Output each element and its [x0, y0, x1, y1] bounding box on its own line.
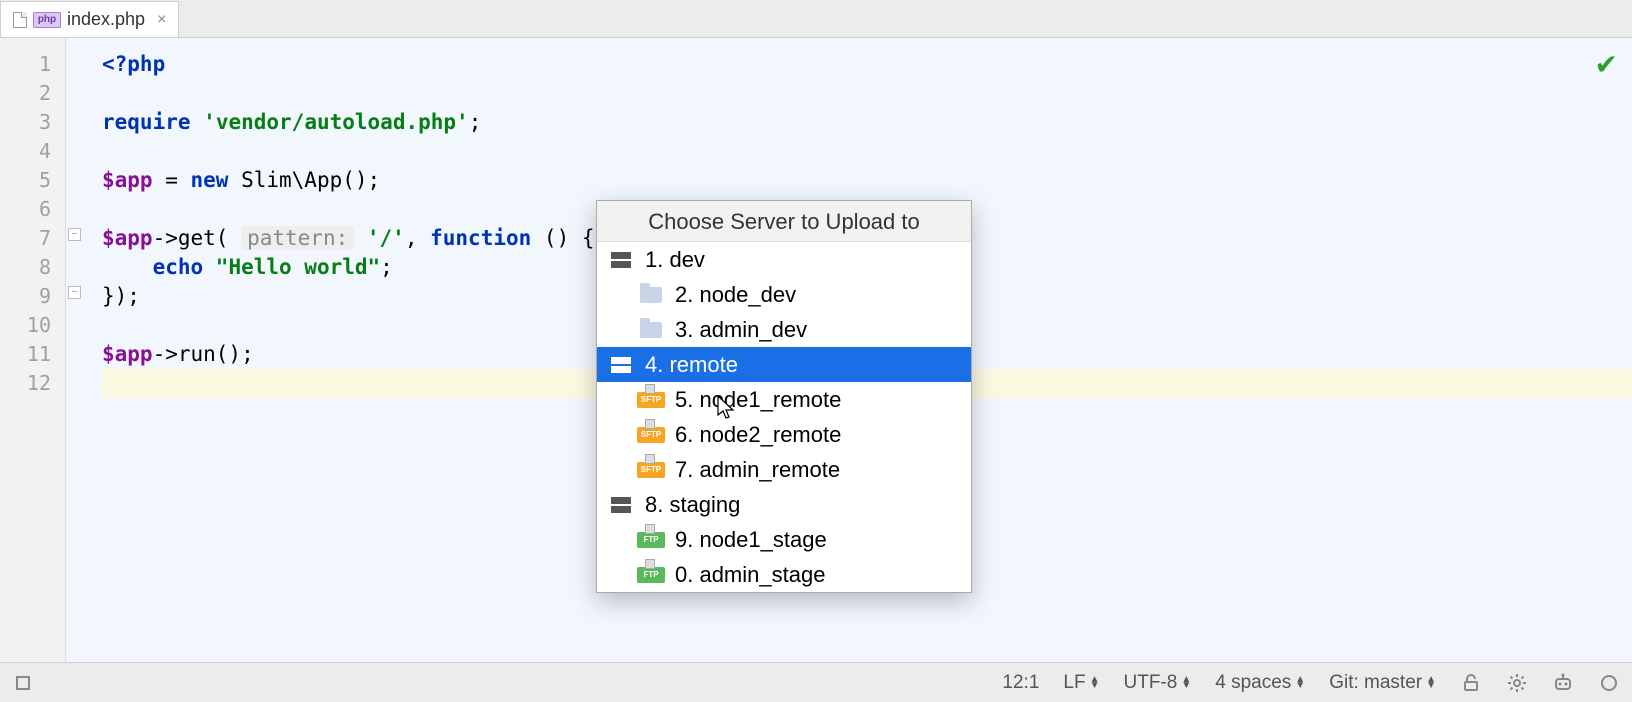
- inspection-ok-icon[interactable]: ✔: [1595, 48, 1618, 81]
- server-item-label: 6. node2_remote: [675, 422, 841, 448]
- code-token: ->run();: [153, 342, 254, 366]
- code-token: $app: [102, 342, 153, 366]
- line-number[interactable]: 2: [0, 79, 65, 108]
- status-bar: 12:1 LF▲▼ UTF-8▲▼ 4 spaces▲▼ Git: master…: [0, 662, 1632, 702]
- fold-gutter: − −: [66, 38, 102, 662]
- code-token: new: [191, 168, 229, 192]
- file-encoding[interactable]: UTF-8▲▼: [1124, 672, 1192, 694]
- editor-tab-bar: php index.php ×: [0, 0, 1632, 38]
- code-token: echo: [153, 255, 204, 279]
- code-token: $app: [102, 168, 153, 192]
- ftp-icon: FTP: [637, 566, 665, 584]
- line-number[interactable]: 12: [0, 369, 65, 398]
- code-token: "Hello world": [203, 255, 380, 279]
- inline-hint: pattern:: [241, 226, 354, 250]
- line-number[interactable]: 7: [0, 224, 65, 253]
- server-icon: [607, 356, 635, 374]
- code-token: [102, 255, 153, 279]
- code-token: $app: [102, 226, 153, 250]
- line-number[interactable]: 11: [0, 340, 65, 369]
- ai-assistant-icon[interactable]: [1552, 673, 1574, 693]
- line-number[interactable]: 4: [0, 137, 65, 166]
- line-number[interactable]: 3: [0, 108, 65, 137]
- tab-filename: index.php: [67, 9, 145, 30]
- server-upload-popup: Choose Server to Upload to 1. dev 2. node…: [596, 200, 972, 593]
- code-token: ;: [380, 255, 393, 279]
- server-item-label: 8. staging: [645, 492, 740, 518]
- cursor-position[interactable]: 12:1: [1002, 672, 1039, 694]
- code-token: <?php: [102, 52, 165, 76]
- server-list-item[interactable]: SFTP 5. node1_remote: [597, 382, 971, 417]
- unlock-icon[interactable]: [1460, 674, 1482, 692]
- git-branch[interactable]: Git: master▲▼: [1329, 672, 1436, 694]
- code-token: Slim\App();: [228, 168, 380, 192]
- server-icon: [607, 251, 635, 269]
- code-token: () {: [531, 226, 594, 250]
- server-list-item[interactable]: 4. remote: [597, 347, 971, 382]
- server-item-label: 3. admin_dev: [675, 317, 807, 343]
- server-list-item[interactable]: FTP 0. admin_stage: [597, 557, 971, 592]
- sftp-icon: SFTP: [637, 426, 665, 444]
- php-icon: php: [33, 12, 61, 28]
- code-token: ;: [469, 110, 482, 134]
- sftp-icon: SFTP: [637, 391, 665, 409]
- folder-icon: [637, 321, 665, 339]
- tool-window-toggle-icon[interactable]: [12, 676, 34, 690]
- code-token: function: [430, 226, 531, 250]
- server-item-label: 4. remote: [645, 352, 738, 378]
- line-separator[interactable]: LF▲▼: [1063, 672, 1099, 694]
- line-number[interactable]: 1: [0, 50, 65, 79]
- line-number[interactable]: 8: [0, 253, 65, 282]
- fold-collapse-icon[interactable]: −: [68, 228, 81, 241]
- ftp-icon: FTP: [637, 531, 665, 549]
- server-list-item[interactable]: 2. node_dev: [597, 277, 971, 312]
- lens-icon[interactable]: [1598, 675, 1620, 691]
- server-list-item[interactable]: SFTP 7. admin_remote: [597, 452, 971, 487]
- editor-tab[interactable]: php index.php ×: [0, 1, 179, 37]
- server-item-label: 9. node1_stage: [675, 527, 827, 553]
- server-list: 1. dev 2. node_dev 3. admin_dev 4. remote SF…: [597, 242, 971, 592]
- server-list-item[interactable]: 1. dev: [597, 242, 971, 277]
- server-list-item[interactable]: SFTP 6. node2_remote: [597, 417, 971, 452]
- line-number-gutter: 1 2 3 4 5 6 7 8 9 10 11 12: [0, 38, 66, 662]
- code-token: =: [153, 168, 191, 192]
- server-icon: [607, 496, 635, 514]
- popup-title: Choose Server to Upload to: [597, 201, 971, 242]
- line-number[interactable]: 5: [0, 166, 65, 195]
- gear-icon[interactable]: [1506, 673, 1528, 693]
- sftp-icon: SFTP: [637, 461, 665, 479]
- code-token: 'vendor/autoload.php': [203, 110, 469, 134]
- server-list-item[interactable]: FTP 9. node1_stage: [597, 522, 971, 557]
- line-number[interactable]: 9: [0, 282, 65, 311]
- server-item-label: 2. node_dev: [675, 282, 796, 308]
- close-icon[interactable]: ×: [157, 11, 166, 29]
- code-token: '/': [354, 226, 405, 250]
- code-token: });: [102, 284, 140, 308]
- folder-icon: [637, 286, 665, 304]
- server-list-item[interactable]: 3. admin_dev: [597, 312, 971, 347]
- indent-settings[interactable]: 4 spaces▲▼: [1215, 672, 1305, 694]
- code-token: ,: [405, 226, 430, 250]
- fold-expand-icon[interactable]: −: [68, 286, 81, 299]
- line-number[interactable]: 10: [0, 311, 65, 340]
- server-item-label: 1. dev: [645, 247, 705, 273]
- server-item-label: 5. node1_remote: [675, 387, 841, 413]
- code-token: require: [102, 110, 191, 134]
- server-item-label: 7. admin_remote: [675, 457, 840, 483]
- server-list-item[interactable]: 8. staging: [597, 487, 971, 522]
- line-number[interactable]: 6: [0, 195, 65, 224]
- server-item-label: 0. admin_stage: [675, 562, 825, 588]
- file-icon: [13, 12, 27, 28]
- code-token: ->get(: [153, 226, 242, 250]
